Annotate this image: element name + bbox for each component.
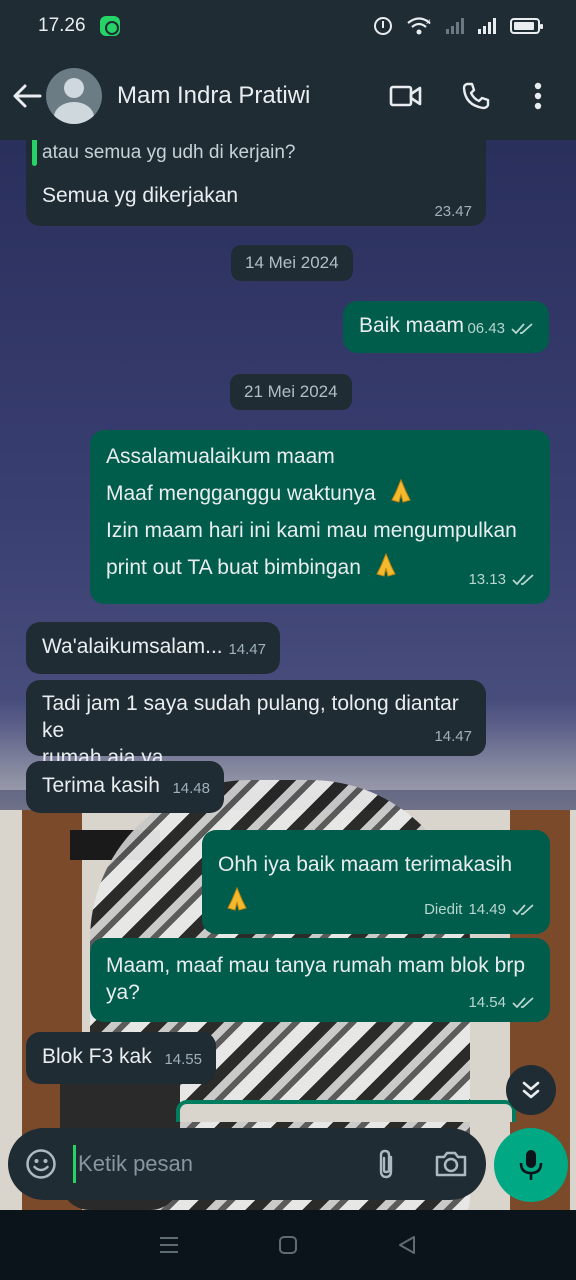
message-time: 14.48 <box>172 780 210 797</box>
battery-icon <box>510 18 543 34</box>
quote-accent-bar <box>32 140 37 166</box>
menu-lines-icon <box>160 1237 179 1253</box>
message-incoming[interactable]: Wa'alaikumsalam... 14.47 <box>26 622 280 674</box>
microphone-icon <box>519 1150 543 1180</box>
message-line: Tadi jam 1 saya sudah pulang, tolong dia… <box>42 692 459 742</box>
message-outgoing[interactable]: Maam, maaf mau tanya rumah mam blok brp … <box>90 938 550 1022</box>
folded-hands-emoji-icon <box>376 552 396 577</box>
system-navigation-bar <box>0 1210 576 1280</box>
read-ticks-icon <box>512 903 534 915</box>
message-time: 13.13 <box>468 571 506 588</box>
edited-label: Diedit <box>424 901 463 918</box>
more-options-icon[interactable] <box>518 76 558 116</box>
quoted-message-text: atau semua yg udh di kerjain? <box>42 142 296 163</box>
message-meta: 14.48 <box>172 770 210 807</box>
camera-button[interactable] <box>431 1144 470 1184</box>
read-ticks-icon <box>511 322 533 334</box>
signal-1-icon <box>446 18 464 34</box>
alarm-icon <box>374 17 392 35</box>
message-line: Assalamualaikum maam <box>106 445 335 468</box>
message-compose-bar <box>8 1128 486 1200</box>
message-meta: 14.55 <box>164 1041 202 1078</box>
message-meta: 14.54 <box>468 989 536 1016</box>
message-time: 23.47 <box>434 203 472 220</box>
message-meta: Diedit 14.49 <box>424 891 536 928</box>
voice-record-button[interactable] <box>494 1128 568 1202</box>
message-input[interactable] <box>76 1151 367 1177</box>
message-meta: 06.43 <box>467 310 535 347</box>
message-incoming[interactable]: Terima kasih 14.48 <box>26 761 224 813</box>
date-separator: 14 Mei 2024 <box>231 245 353 281</box>
message-outgoing[interactable]: Ohh iya baik maam terimakasih Diedit 14.… <box>202 830 550 934</box>
message-line: Izin maam hari ini kami mau mengumpulkan <box>106 519 517 542</box>
read-ticks-icon <box>512 996 534 1008</box>
message-line: Maam, maaf mau tanya rumah mam blok brp <box>106 954 525 977</box>
paperclip-icon <box>379 1149 392 1179</box>
home-square-icon <box>278 1236 297 1254</box>
contact-name[interactable]: Mam Indra Pratiwi <box>117 82 356 110</box>
message-time: 14.47 <box>434 728 472 745</box>
notification-app-icon <box>99 16 120 36</box>
message-text: Wa'alaikumsalam... <box>42 635 223 658</box>
emoji-button[interactable] <box>24 1147 57 1181</box>
message-outgoing[interactable]: Assalamualaikum maam Maaf mengganggu wak… <box>90 430 550 604</box>
wifi-icon: x <box>407 17 431 35</box>
message-text: Semua yg dikerjakan <box>42 184 239 207</box>
message-time: 14.49 <box>468 901 506 918</box>
message-line: Maaf mengganggu waktunya <box>106 475 534 512</box>
read-ticks-icon <box>512 573 534 585</box>
folded-hands-emoji-icon <box>390 478 411 503</box>
folded-hands-emoji-icon <box>227 886 247 911</box>
home-button[interactable] <box>268 1225 308 1265</box>
smiley-icon <box>25 1149 56 1179</box>
message-time: 06.43 <box>467 320 505 337</box>
attach-button[interactable] <box>366 1144 405 1184</box>
double-chevron-down-icon <box>522 1081 540 1099</box>
voice-call-icon[interactable] <box>456 76 496 116</box>
back-button[interactable] <box>387 1225 427 1265</box>
message-meta: 14.47 <box>228 631 266 668</box>
back-triangle-icon <box>398 1236 415 1254</box>
message-meta: 23.47 <box>434 203 472 220</box>
svg-text:x: x <box>426 17 431 26</box>
status-bar: 17.26 x <box>0 0 576 52</box>
video-call-icon[interactable] <box>386 76 426 116</box>
message-incoming[interactable]: Blok F3 kak 14.55 <box>26 1032 216 1084</box>
scroll-to-bottom-button[interactable] <box>506 1065 556 1115</box>
message-meta: 14.47 <box>434 723 472 750</box>
message-text: Ohh iya baik maam terimakasih <box>218 853 513 876</box>
message-meta: 13.13 <box>468 561 536 598</box>
camera-icon <box>435 1151 466 1177</box>
message-incoming-with-quote[interactable]: atau semua yg udh di kerjain? Semua yg d… <box>26 140 486 226</box>
signal-2-icon <box>478 18 496 34</box>
message-time: 14.55 <box>164 1051 202 1068</box>
reply-preview-edge <box>176 1100 516 1122</box>
contact-avatar[interactable] <box>46 68 102 124</box>
message-text: Blok F3 kak <box>42 1045 152 1068</box>
status-time: 17.26 <box>38 15 86 36</box>
back-arrow-icon[interactable] <box>10 79 44 113</box>
message-time: 14.47 <box>228 641 266 658</box>
date-separator: 21 Mei 2024 <box>230 374 352 410</box>
recents-button[interactable] <box>149 1225 189 1265</box>
message-time: 14.54 <box>468 994 506 1011</box>
chat-header: Mam Indra Pratiwi <box>0 52 576 140</box>
message-outgoing[interactable]: Baik maam 06.43 <box>343 301 549 353</box>
message-text: Baik maam <box>359 314 465 337</box>
message-text: Terima kasih <box>42 774 160 797</box>
message-incoming[interactable]: Tadi jam 1 saya sudah pulang, tolong dia… <box>26 680 486 769</box>
